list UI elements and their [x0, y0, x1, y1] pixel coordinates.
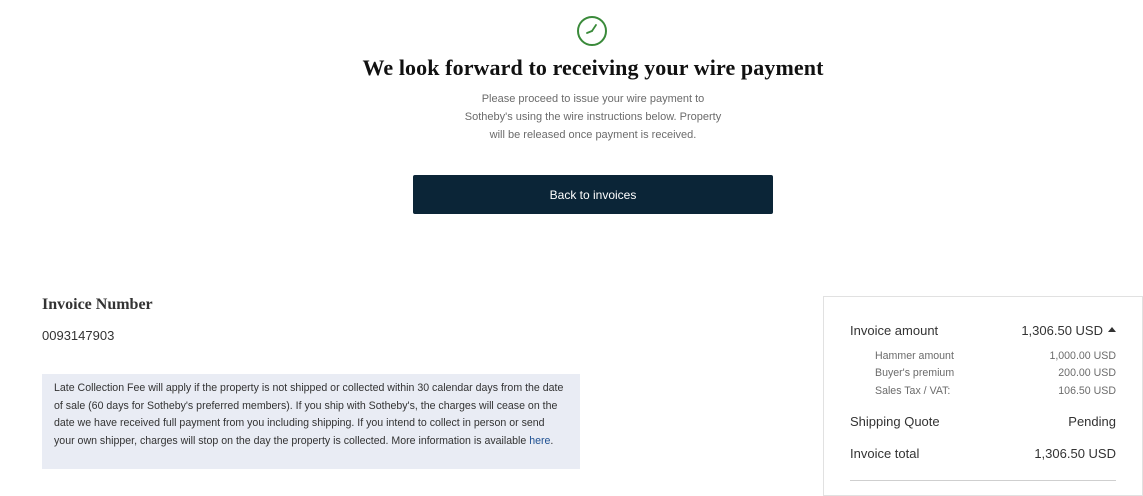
- subtitle-line: Please proceed to issue your wire paymen…: [481, 93, 705, 105]
- shipping-quote-row: Shipping Quote Pending: [850, 414, 1116, 429]
- notice-text: Late Collection Fee will apply if the pr…: [54, 382, 564, 447]
- invoice-summary-panel: Invoice amount 1,306.50 USD Hammer amoun…: [823, 296, 1143, 496]
- breakdown-value: 106.50 USD: [1058, 385, 1116, 397]
- breakdown-label: Buyer's premium: [875, 367, 955, 379]
- page-subtitle: Please proceed to issue your wire paymen…: [443, 90, 743, 144]
- invoice-number-label: Invoice Number: [42, 296, 153, 313]
- invoice-number-value: 0093147903: [42, 328, 115, 343]
- shipping-quote-label: Shipping Quote: [850, 414, 940, 429]
- caret-up-icon[interactable]: [1108, 327, 1116, 332]
- invoice-amount-row[interactable]: Invoice amount 1,306.50 USD: [850, 323, 1116, 338]
- summary-divider: [850, 480, 1116, 481]
- breakdown-value: 200.00 USD: [1058, 367, 1116, 379]
- subtitle-line: will be released once payment is receive…: [489, 129, 697, 141]
- invoice-total-label: Invoice total: [850, 446, 920, 461]
- breakdown-row: Buyer's premium 200.00 USD: [875, 367, 1116, 379]
- invoice-amount-label: Invoice amount: [850, 323, 939, 338]
- page-title: We look forward to receiving your wire p…: [362, 55, 824, 80]
- notice-more-info-link[interactable]: here: [529, 435, 550, 447]
- invoice-total-row: Invoice total 1,306.50 USD: [850, 446, 1116, 461]
- back-to-invoices-button[interactable]: Back to invoices: [413, 175, 773, 214]
- notice-end: .: [550, 434, 554, 447]
- late-fee-notice: Late Collection Fee will apply if the pr…: [42, 374, 580, 469]
- breakdown-row: Sales Tax / VAT: 106.50 USD: [875, 385, 1116, 397]
- breakdown-value: 1,000.00 USD: [1049, 350, 1116, 362]
- clock-icon: [576, 15, 608, 47]
- subtitle-line: Sotheby's using the wire instructions be…: [464, 111, 722, 123]
- breakdown-row: Hammer amount 1,000.00 USD: [875, 350, 1116, 362]
- invoice-amount-value: 1,306.50 USD: [1021, 323, 1103, 338]
- shipping-quote-value: Pending: [1068, 414, 1116, 429]
- invoice-total-value: 1,306.50 USD: [1034, 446, 1116, 461]
- breakdown-label: Sales Tax / VAT:: [875, 385, 951, 397]
- breakdown-label: Hammer amount: [875, 350, 954, 362]
